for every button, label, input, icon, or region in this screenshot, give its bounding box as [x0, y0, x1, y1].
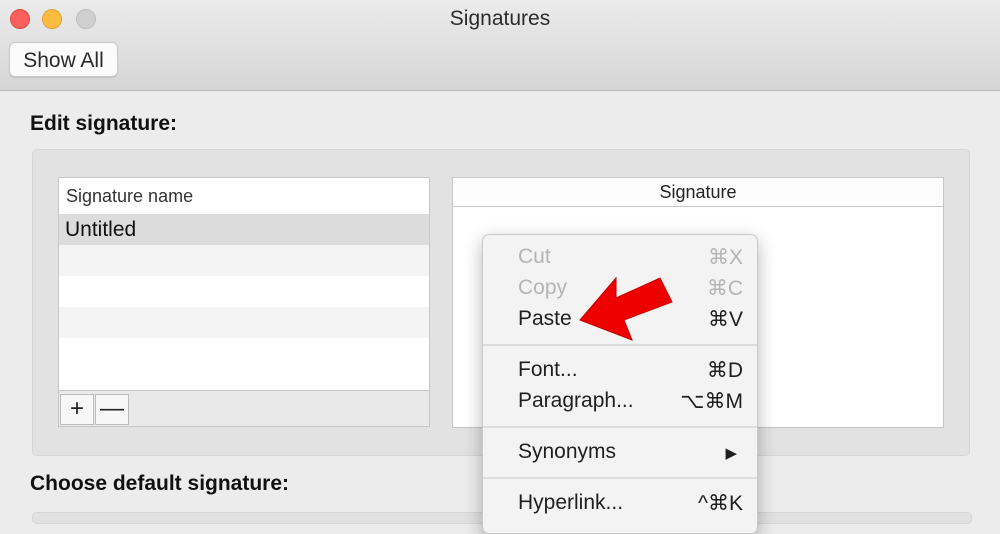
choose-default-signature-heading: Choose default signature:: [30, 472, 290, 495]
empty-list-row: [59, 276, 429, 307]
show-all-button[interactable]: Show All: [9, 42, 118, 77]
empty-list-row: [59, 338, 429, 369]
menu-separator: [483, 477, 757, 479]
signature-list-footer: + —: [59, 390, 429, 426]
menu-item-shortcut: ⌘V: [707, 308, 743, 331]
menu-item-shortcut: ⌘X: [707, 246, 743, 269]
menu-separator: [483, 426, 757, 428]
signature-list-item[interactable]: Untitled: [59, 214, 429, 245]
menu-item-shortcut: ^⌘K: [698, 492, 743, 515]
menu-item-label: Paragraph...: [518, 389, 634, 412]
menu-item-label: Copy: [518, 276, 568, 299]
signature-list: Signature name Untitled + —: [58, 177, 430, 427]
menu-item-label: Cut: [518, 245, 551, 268]
menu-item-label: Paste: [518, 307, 572, 330]
menu-item-hyperlink[interactable]: Hyperlink... ^⌘K: [483, 487, 757, 518]
window-title: Signatures: [449, 7, 551, 30]
menu-item-label: Synonyms: [518, 440, 617, 463]
triangle-right-icon: ▶: [725, 445, 737, 462]
signature-column-header: Signature: [453, 178, 943, 207]
menu-item-font[interactable]: Font... ⌘D: [483, 354, 757, 385]
menu-item-cut[interactable]: Cut ⌘X: [483, 241, 757, 272]
signature-name-column-header: Signature name: [59, 178, 429, 214]
add-signature-button[interactable]: +: [60, 394, 94, 425]
title-bar: Signatures Show All: [0, 0, 1000, 91]
menu-item-shortcut: ⌘D: [706, 359, 743, 382]
menu-item-label: Font...: [518, 358, 578, 381]
menu-item-shortcut: ⌘C: [706, 277, 743, 300]
menu-item-paragraph[interactable]: Paragraph... ⌥⌘M: [483, 385, 757, 416]
remove-signature-button[interactable]: —: [95, 394, 129, 425]
menu-item-shortcut: ⌥⌘M: [680, 390, 743, 413]
red-arrow-icon: [579, 276, 673, 341]
empty-list-row: [59, 307, 429, 338]
menu-item-synonyms[interactable]: Synonyms ▶: [483, 436, 757, 467]
menu-separator: [483, 344, 757, 346]
empty-list-row: [59, 245, 429, 276]
menu-item-label: Hyperlink...: [518, 491, 624, 514]
edit-signature-heading: Edit signature:: [30, 112, 178, 135]
